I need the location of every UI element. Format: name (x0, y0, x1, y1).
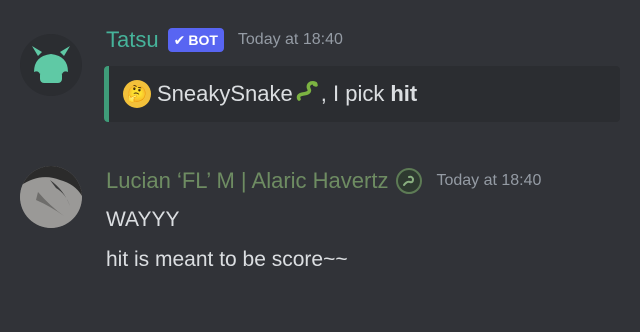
username[interactable]: Tatsu (106, 27, 159, 53)
user-avatar-icon (20, 166, 82, 228)
bot-avatar[interactable] (20, 34, 82, 96)
message-tatsu[interactable]: Tatsu ✔ BOT Today at 18:40 🤔 SneakySnake… (0, 0, 640, 146)
embed-text: SneakySnake , I pick hit (157, 79, 417, 109)
message-line: hit is meant to be score~~ (106, 248, 348, 271)
message-line: WAYYY (106, 208, 180, 231)
embed-bold: hit (390, 81, 418, 106)
checkmark-icon: ✔ (173, 31, 186, 48)
embed: 🤔 SneakySnake , I pick hit (104, 66, 620, 122)
chat-window: Tatsu ✔ BOT Today at 18:40 🤔 SneakySnake… (0, 0, 640, 332)
message-lucian[interactable]: Lucian ‘FL’ M | Alaric Havertz Today at … (0, 146, 640, 332)
timestamp[interactable]: Today at 18:40 (436, 172, 541, 190)
slytherin-crest-icon[interactable] (396, 168, 423, 194)
embed-message: , I pick (320, 81, 385, 106)
bot-badge: ✔ BOT (167, 28, 224, 52)
bot-badge-label: BOT (188, 32, 218, 48)
snake-icon (295, 79, 319, 109)
mention[interactable]: SneakySnake (157, 81, 293, 107)
timestamp[interactable]: Today at 18:40 (238, 31, 343, 49)
message-header: Tatsu ✔ BOT Today at 18:40 (106, 27, 343, 53)
thinking-face-icon: 🤔 (123, 80, 151, 108)
user-avatar[interactable] (20, 166, 82, 228)
tatsu-avatar-icon (20, 34, 82, 96)
username[interactable]: Lucian ‘FL’ M | Alaric Havertz (106, 168, 388, 194)
message-header: Lucian ‘FL’ M | Alaric Havertz Today at … (106, 168, 541, 194)
